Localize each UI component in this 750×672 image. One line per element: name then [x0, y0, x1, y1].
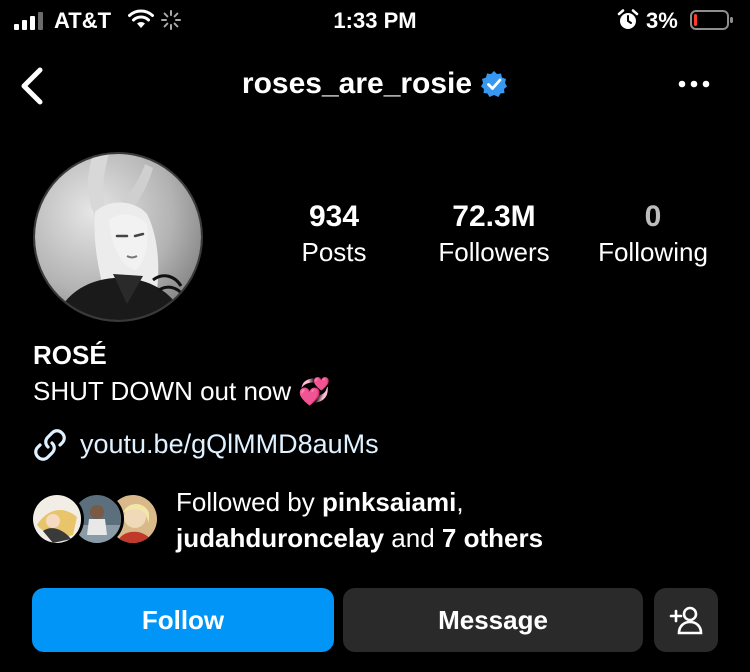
followed-by-separator: , [456, 487, 464, 517]
followed-by-and: and [391, 523, 435, 553]
stat-posts-label: Posts [301, 237, 367, 267]
mutual-follower-avatar[interactable] [30, 492, 84, 546]
username-text: roses_are_rosie [241, 67, 473, 101]
add-person-icon [669, 606, 703, 635]
profile-username: roses_are_rosie [0, 66, 750, 101]
suggested-accounts-button[interactable] [654, 588, 718, 652]
profile-bio: SHUT DOWN out now 💞 [33, 376, 331, 406]
stat-posts[interactable]: 934 Posts [284, 200, 384, 270]
profile-avatar[interactable] [33, 152, 203, 322]
alarm-icon [617, 9, 639, 29]
followed-by-text[interactable]: Followed by pinksaiami, judahduroncelay … [176, 484, 736, 556]
profile-link[interactable]: youtu.be/gQlMMD8auMs [80, 429, 379, 460]
mutual-follower-name: pinksaiami [321, 487, 457, 517]
follow-button[interactable]: Follow [32, 588, 334, 652]
link-icon [34, 429, 66, 461]
stat-following-label: Following [598, 237, 708, 267]
stat-followers[interactable]: 72.3M Followers [420, 200, 568, 270]
stat-posts-value: 934 [308, 200, 360, 233]
stat-followers-value: 72.3M [452, 200, 536, 233]
stat-following[interactable]: 0 Following [585, 200, 721, 270]
battery-percent: 3% [646, 8, 678, 33]
avatar-photo [35, 154, 201, 320]
message-button[interactable]: Message [343, 588, 643, 652]
stat-following-value: 0 [644, 200, 662, 233]
battery-icon [690, 10, 733, 30]
more-icon[interactable] [676, 78, 712, 90]
status-bar: AT&T 1:33 PM 3% [0, 0, 750, 44]
mutual-follower-name: judahduroncelay [176, 523, 385, 553]
mutual-follower-others: 7 others [441, 523, 544, 553]
stat-followers-label: Followers [438, 237, 550, 267]
profile-display-name: ROSÉ [33, 340, 107, 370]
verified-badge-icon [481, 71, 508, 98]
followed-by-prefix: Followed by [176, 487, 315, 517]
